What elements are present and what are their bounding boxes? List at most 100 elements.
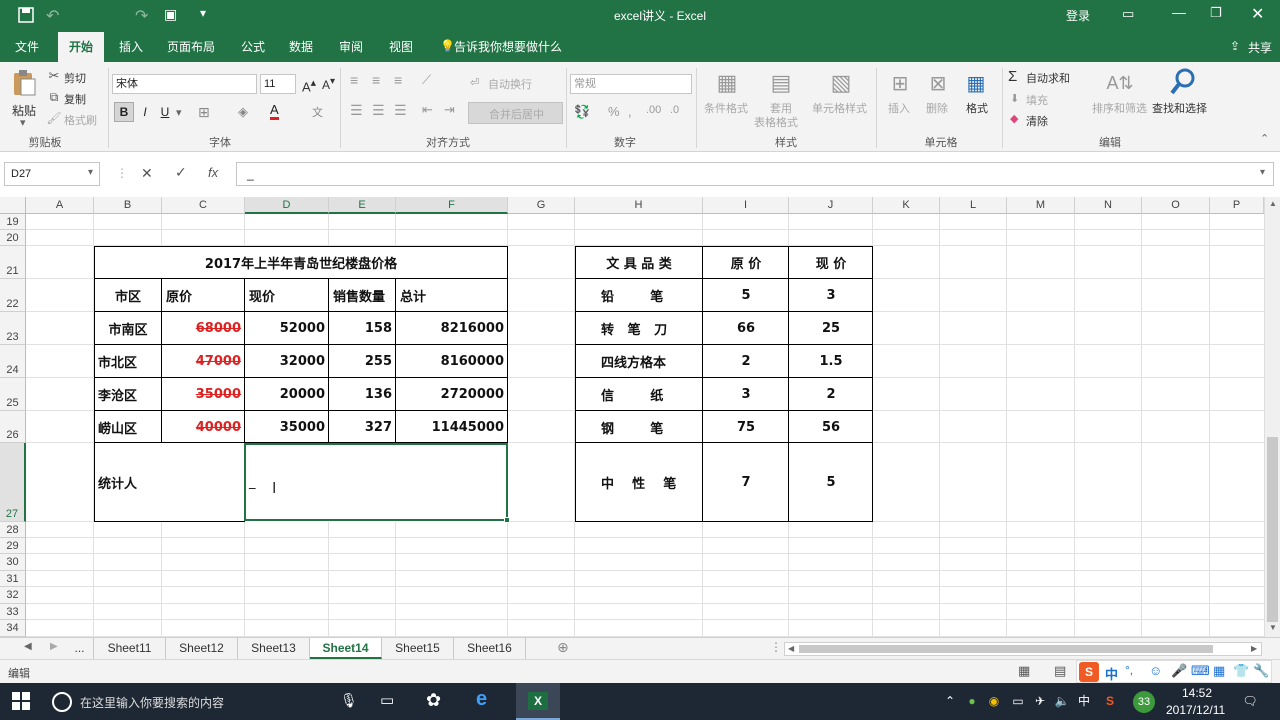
table2-item-name-cell[interactable]: 四线方格本 [575,345,703,378]
format-table-icon[interactable]: ▤ [766,68,796,98]
column-header-h[interactable]: H [575,197,703,214]
row-header-24[interactable]: 24 [0,345,26,378]
decrease-indent-icon[interactable]: ⇤ [422,102,433,118]
fill-color-icon[interactable]: ◈ [238,104,248,120]
underline-button[interactable]: U [156,102,174,122]
name-box[interactable]: D27 [4,162,100,186]
wrap-text-button[interactable]: 自动换行 [488,76,532,92]
cell-styles-button[interactable]: 单元格样式 [812,100,867,116]
orientation-icon[interactable]: ⟋ [422,72,431,88]
delete-cells-button[interactable]: 删除 [926,100,948,116]
normal-view-icon[interactable]: ▦ [1018,663,1030,679]
row-header-21[interactable]: 21 [0,246,26,279]
ime-lang-icon[interactable]: 中 [1105,664,1118,683]
windows-start-icon[interactable] [12,692,32,712]
sheet-tab-sheet15[interactable]: Sheet15 [382,638,454,659]
table1-now-price-cell[interactable]: 35000 [245,411,329,443]
clear-icon[interactable]: ◆ [1010,112,1018,125]
scroll-up-icon[interactable]: ▲ [1269,199,1277,208]
table2-header-2[interactable]: 现 价 [789,246,873,279]
airplane-icon[interactable]: ✈ [1030,683,1050,720]
font-color-icon[interactable]: A [270,103,279,120]
table1-qty-cell[interactable]: 136 [329,378,396,411]
align-right-icon[interactable]: ☰ [394,102,407,119]
table2-item-name-cell[interactable]: 中 性 笔 [575,443,703,522]
column-header-n[interactable]: N [1075,197,1142,214]
cell-styles-icon[interactable]: ▧ [826,68,856,98]
row-header-22[interactable]: 22 [0,279,26,312]
table1-district-cell[interactable]: 市南区 [94,312,162,345]
minimize-icon[interactable]: — [1172,4,1186,20]
row-header-33[interactable]: 33 [0,604,26,620]
align-middle-icon[interactable]: ≡ [372,72,380,88]
insert-function-icon[interactable]: fx [208,165,218,180]
paste-dropdown-icon[interactable]: ▾ [20,116,26,129]
save-icon[interactable] [18,7,36,25]
table2-now-price-cell[interactable]: 25 [789,312,873,345]
insert-cells-icon[interactable]: ⊞ [886,68,914,98]
tab-split-icon[interactable]: ⋮ [770,640,782,654]
table1-header-0[interactable]: 市区 [94,279,162,312]
ime-indicator[interactable]: 中 [1074,683,1094,720]
table1-now-price-cell[interactable]: 52000 [245,312,329,345]
redo-icon[interactable]: ↷ [135,6,148,26]
edge-browser-icon[interactable]: e [476,688,487,711]
scroll-right-icon[interactable]: ▶ [1251,644,1257,653]
mic-icon[interactable]: 🎙 [340,692,358,709]
column-header-o[interactable]: O [1142,197,1210,214]
sheet-tab-sheet11[interactable]: Sheet11 [94,638,166,659]
tab-file[interactable]: 文件 [4,32,50,62]
excel-taskbar-button[interactable]: X [516,683,560,720]
close-icon[interactable]: ✕ [1251,4,1264,24]
expand-formula-icon[interactable]: ▾ [1260,167,1265,178]
column-header-k[interactable]: K [873,197,940,214]
underline-dropdown-icon[interactable]: ▾ [176,106,182,119]
ime-skin-icon[interactable]: ▦ [1213,663,1225,679]
format-table-button-line2[interactable]: 表格格式 [754,114,798,130]
column-header-l[interactable]: L [940,197,1007,214]
cut-icon[interactable]: ✂ [46,68,62,84]
increase-indent-icon[interactable]: ⇥ [444,102,455,118]
scroll-left-icon[interactable]: ◀ [788,644,794,653]
tray-app2-icon[interactable]: ◉ [984,683,1004,720]
column-header-c[interactable]: C [162,197,245,214]
table1-title[interactable]: 2017年上半年青岛世纪楼盘价格 [94,246,508,279]
tab-data[interactable]: 数据 [278,32,324,62]
row-header-29[interactable]: 29 [0,538,26,554]
share-icon[interactable]: ⇪ [1230,39,1240,53]
clock-date[interactable]: 2017/12/11 [1166,703,1225,717]
table1-header-3[interactable]: 销售数量 [329,279,396,312]
fill-button[interactable]: 填充 [1026,92,1048,108]
column-header-d[interactable]: D [245,197,329,214]
insert-cells-button[interactable]: 插入 [888,100,910,116]
row-header-28[interactable]: 28 [0,522,26,538]
font-size-select[interactable]: 11 [260,74,296,94]
increase-decimal-icon[interactable]: .00 [646,104,661,116]
table2-orig-price-cell[interactable]: 2 [703,345,789,378]
tab-insert[interactable]: 插入 [108,32,154,62]
row-header-25[interactable]: 25 [0,378,26,411]
tab-home[interactable]: 开始 [58,32,104,62]
font-name-select[interactable]: 宋体 [112,74,257,94]
column-header-b[interactable]: B [94,197,162,214]
undo-icon[interactable]: ↶ [46,6,59,26]
column-header-p[interactable]: P [1210,197,1264,214]
tab-view[interactable]: 视图 [378,32,424,62]
table1-now-price-cell[interactable]: 32000 [245,345,329,378]
align-center-icon[interactable]: ☰ [372,102,385,119]
format-painter-button[interactable]: 格式刷 [64,112,97,128]
sheet-tab-sheet12[interactable]: Sheet12 [166,638,238,659]
restore-icon[interactable]: ❐ [1210,5,1222,21]
row-header-20[interactable]: 20 [0,230,26,246]
table1-total-cell[interactable]: 2720000 [396,378,508,411]
battery-icon[interactable]: ▭ [1008,683,1028,720]
number-format-select[interactable]: 常规 [570,74,692,94]
autosum-icon[interactable]: Σ [1008,68,1017,85]
row-header-31[interactable]: 31 [0,571,26,587]
row-header-26[interactable]: 26 [0,411,26,443]
table2-header-1[interactable]: 原 价 [703,246,789,279]
find-select-icon[interactable] [1168,66,1198,98]
table2-orig-price-cell[interactable]: 5 [703,279,789,312]
table2-orig-price-cell[interactable]: 3 [703,378,789,411]
notification-count-badge[interactable]: 33 [1133,691,1155,713]
